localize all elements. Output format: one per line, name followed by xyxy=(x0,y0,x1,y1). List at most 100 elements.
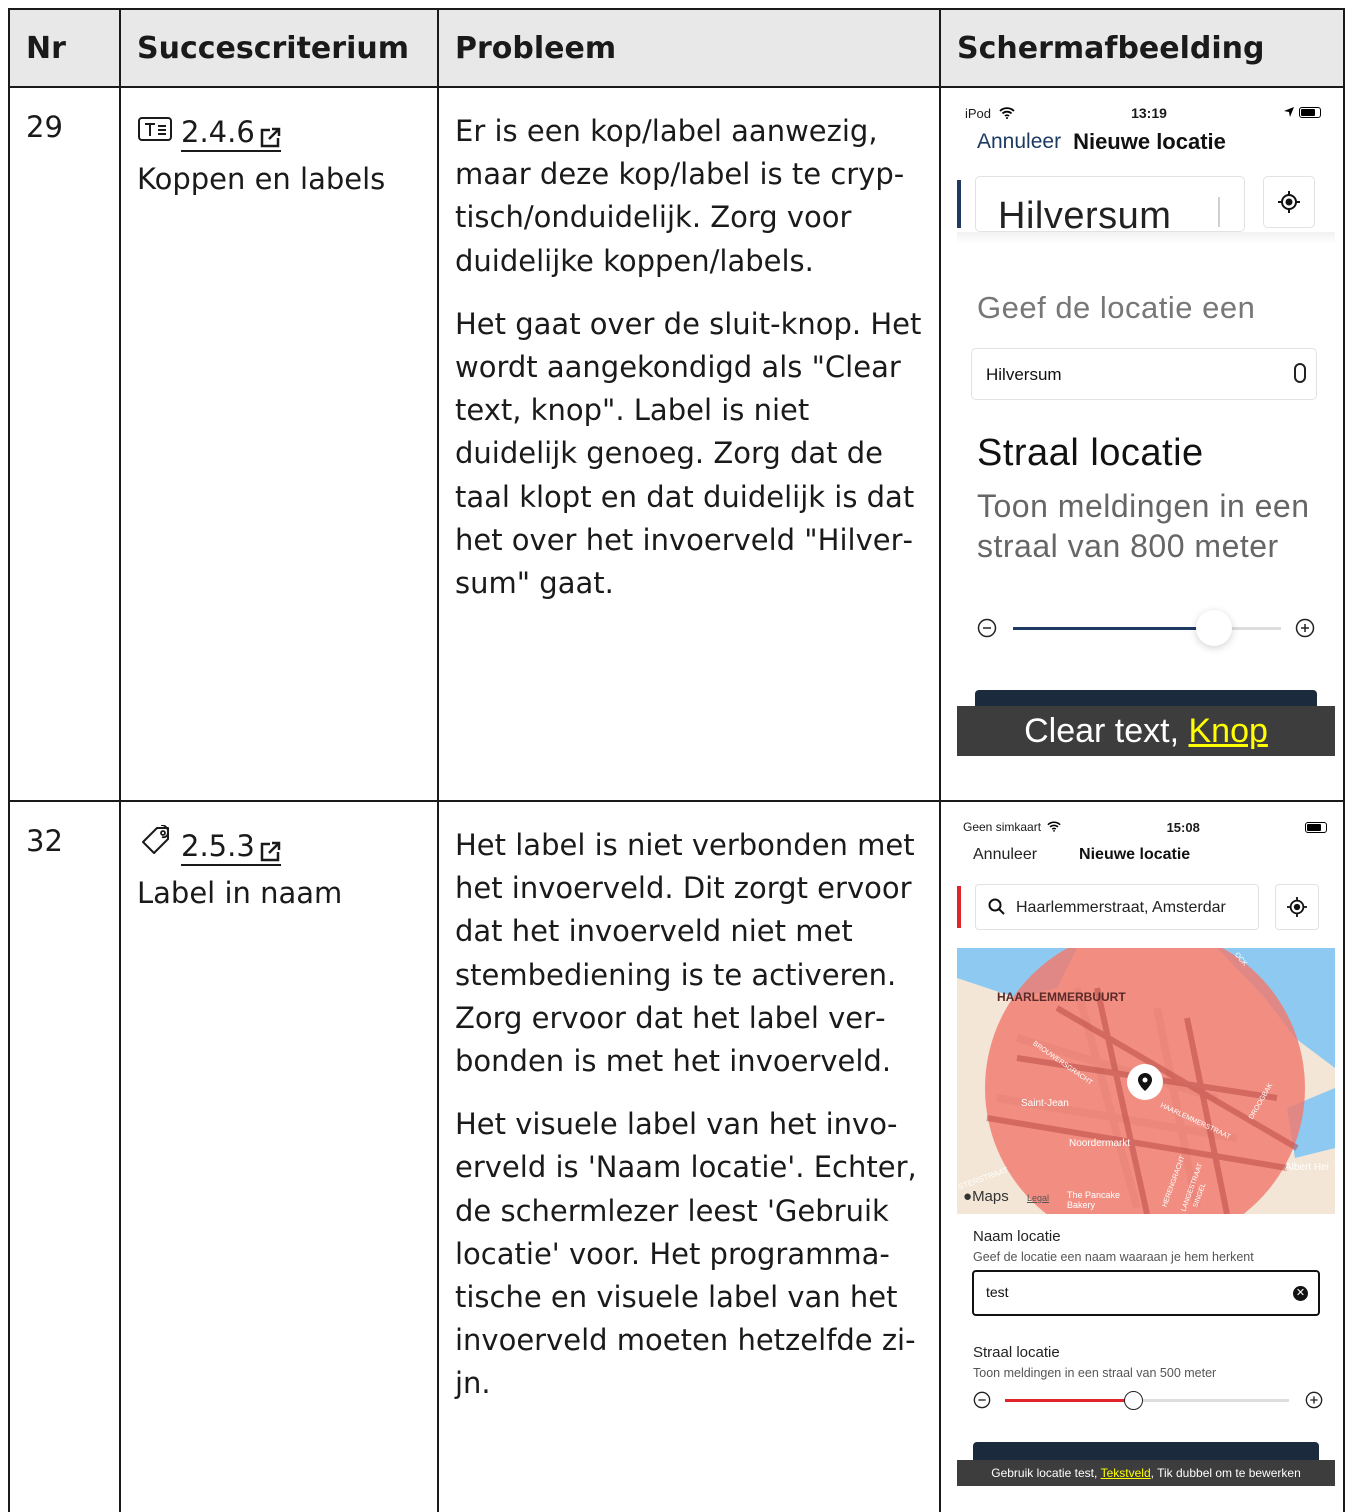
criterion-cell: 2.5.3 Label in naam xyxy=(119,800,439,1512)
status-time: 15:08 xyxy=(1166,819,1200,835)
maps-brand-label: Maps xyxy=(972,1188,1009,1205)
name-input-value: test xyxy=(986,1284,1009,1300)
section-description: Toon meldingen in een straal van 800 met… xyxy=(977,488,1310,564)
apple-logo-icon: ● xyxy=(963,1188,973,1205)
table-row: 32 2.5.3 Label in naam Het label is niet… xyxy=(8,800,1345,1512)
search-icon xyxy=(988,898,1005,915)
section-title: Straal locatie xyxy=(977,432,1204,474)
phone-screenshot: iPod 13:19 Annuleer Nieuwe locatie Hilve xyxy=(957,100,1335,766)
search-input-value: Haarlemmerstraat, Amsterdar xyxy=(1016,899,1226,916)
cancel-button[interactable]: Annuleer xyxy=(977,130,1061,154)
row-number: 32 xyxy=(8,800,121,1512)
name-label: Naam locatie xyxy=(973,1228,1061,1245)
slider-fill xyxy=(1005,1399,1133,1402)
voiceover-role: Knop xyxy=(1188,711,1268,750)
voiceover-text: Gebruik locatie test, xyxy=(991,1466,1101,1480)
crosshair-icon xyxy=(1278,191,1300,213)
name-hint: Geef de locatie een naam waaraan je hem … xyxy=(973,1250,1254,1264)
criterion-code: 2.4.6 xyxy=(181,115,255,150)
focus-indicator xyxy=(957,886,961,928)
criterion-link[interactable]: 2.4.6 xyxy=(181,114,281,153)
voiceover-role: Tekstveld xyxy=(1100,1466,1151,1480)
name-input[interactable]: test ✕ xyxy=(972,1270,1320,1316)
problem-paragraph: Er is een kop/label aanwezig, maar deze … xyxy=(455,114,905,278)
header-row: Nr Succescriterium Probleem Schermafbeel… xyxy=(8,8,1345,88)
nav-bar: Annuleer Nieuwe locatie xyxy=(957,126,1335,158)
voiceover-text: Clear text, xyxy=(1024,711,1189,750)
status-bar: Geen simkaart 15:08 xyxy=(957,814,1335,840)
map-label: Noordermarkt xyxy=(1069,1138,1131,1149)
header-nr: Nr xyxy=(8,8,121,88)
locate-button[interactable] xyxy=(1263,176,1315,228)
clear-text-button[interactable]: ✕ xyxy=(1293,1286,1308,1301)
criterion-name: Label in naam xyxy=(137,876,343,911)
locate-button[interactable] xyxy=(1275,884,1319,930)
radius-slider[interactable] xyxy=(977,608,1317,648)
maps-brand: ●Maps xyxy=(963,1188,1009,1205)
text-field-icon xyxy=(137,110,173,156)
map-view[interactable]: HAARLEMMERBUURT BROUWERSGRACHT Saint-Jea… xyxy=(957,948,1335,1214)
minus-circle-icon xyxy=(973,1391,991,1409)
map-label: The Pancake Bakery xyxy=(1067,1190,1121,1210)
problem-paragraph: Het visuele label van het invo­erveld is… xyxy=(455,1107,917,1401)
section-title: Straal locatie xyxy=(973,1344,1060,1361)
legal-link[interactable]: Legal xyxy=(1027,1193,1049,1203)
wifi-icon xyxy=(1047,821,1062,832)
radius-slider[interactable] xyxy=(973,1386,1323,1414)
problem-paragraph: Het label is niet verbonden met het invo… xyxy=(455,828,915,1079)
map-label: HAARLEMMERBUURT xyxy=(997,990,1126,1004)
slider-fill xyxy=(1013,627,1214,630)
nav-title: Nieuwe locatie xyxy=(1079,846,1191,863)
battery-icon xyxy=(1305,821,1327,833)
battery-icon xyxy=(1299,106,1321,118)
focus-indicator xyxy=(957,180,961,228)
problem-paragraph: Het gaat over de sluit-knop. Het wordt a… xyxy=(455,306,922,601)
label-hint: Geef de locatie een xyxy=(977,290,1256,325)
section-description: Toon meldingen in een straal van 500 met… xyxy=(973,1366,1217,1380)
criterion-cell: 2.4.6 Koppen en labels xyxy=(119,86,439,802)
problem-cell: Er is een kop/label aanwezig, maar deze … xyxy=(437,86,941,802)
external-link-icon xyxy=(259,121,281,148)
criterion-name: Koppen en labels xyxy=(137,162,386,197)
slider-track xyxy=(1013,610,1281,646)
criterion-link[interactable]: 2.5.3 xyxy=(181,828,281,867)
map-label: Saint-Jean xyxy=(1021,1098,1069,1109)
slider-thumb[interactable] xyxy=(1123,1391,1143,1410)
voiceover-caption: Gebruik locatie test, Tekstveld, Tik dub… xyxy=(957,1460,1335,1486)
location-arrow-icon xyxy=(1284,106,1295,117)
external-link-icon xyxy=(259,835,281,862)
header-criterion: Succescriterium xyxy=(119,8,439,88)
problem-cell: Het label is niet verbonden met het invo… xyxy=(437,800,941,1512)
text-cursor xyxy=(1218,197,1220,227)
search-row: Hilversum xyxy=(957,172,1335,252)
row-number: 29 xyxy=(8,86,121,802)
table-row: 29 2.4.6 Koppen en labels Er is een kop/… xyxy=(8,86,1345,802)
map-pin[interactable] xyxy=(1127,1064,1163,1100)
crosshair-icon xyxy=(1287,897,1307,917)
search-input-value: Hilversum xyxy=(998,195,1172,232)
divider xyxy=(957,232,1335,244)
header-problem: Probleem xyxy=(437,8,941,88)
criterion-code: 2.5.3 xyxy=(181,829,255,864)
plus-circle-icon xyxy=(1295,618,1315,638)
phone-screenshot: Geen simkaart 15:08 Annuleer Nieuwe loca… xyxy=(957,814,1335,1504)
search-row: Haarlemmerstraat, Amsterdar xyxy=(957,878,1335,936)
screenshot-cell: iPod 13:19 Annuleer Nieuwe locatie Hilve xyxy=(939,86,1345,802)
minus-circle-icon xyxy=(977,618,997,638)
carrier-label: Geen simkaart xyxy=(963,820,1042,834)
cancel-button[interactable]: Annuleer xyxy=(973,846,1037,864)
search-input[interactable]: Hilversum xyxy=(975,176,1245,232)
screenshot-cell: Geen simkaart 15:08 Annuleer Nieuwe loca… xyxy=(939,800,1345,1512)
status-bar: iPod 13:19 xyxy=(957,100,1335,126)
slider-thumb[interactable] xyxy=(1196,610,1232,646)
status-time: 13:19 xyxy=(1131,105,1167,121)
field-value: Hilversum xyxy=(986,365,1062,384)
nav-title: Nieuwe locatie xyxy=(1073,129,1226,154)
location-name-field[interactable]: Hilversum xyxy=(971,348,1317,400)
criteria-table: Nr Succescriterium Probleem Schermafbeel… xyxy=(8,8,1345,1512)
plus-circle-icon xyxy=(1305,1391,1323,1409)
search-input[interactable]: Haarlemmerstraat, Amsterdar xyxy=(975,884,1259,930)
header-screenshot: Schermafbeelding xyxy=(939,8,1345,88)
wifi-icon xyxy=(999,106,1015,119)
clear-text-button[interactable] xyxy=(1294,363,1306,383)
